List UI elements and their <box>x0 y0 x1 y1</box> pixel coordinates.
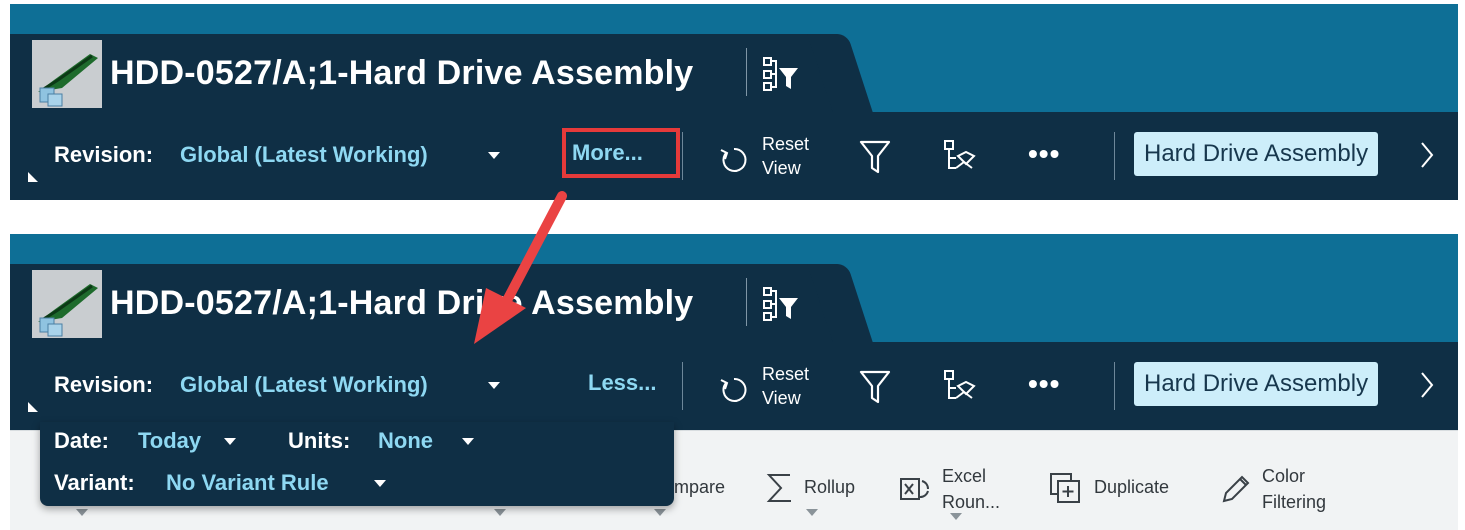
title-divider <box>746 48 747 96</box>
toolbar-divider <box>1114 362 1115 410</box>
excel-roundtrip-button[interactable]: Excel Roun... <box>942 463 1000 515</box>
header-panel-expanded: HDD-0527/A;1-Hard Drive Assembly Revisio… <box>10 234 1458 530</box>
reset-view-icon[interactable] <box>718 374 750 406</box>
structure-filter-icon[interactable] <box>762 56 800 92</box>
structure-filter-icon[interactable] <box>762 286 800 322</box>
assembly-thumbnail-icon <box>32 270 102 338</box>
more-options-panel: Date: Today Units: None Variant: No Vari… <box>40 422 674 506</box>
highlight-box <box>562 128 680 178</box>
caret-down-icon[interactable] <box>950 513 962 520</box>
color-filtering-button[interactable]: Color Filtering <box>1262 463 1326 515</box>
expand-corner-icon[interactable] <box>28 402 38 412</box>
reset-view-button[interactable]: Reset View <box>762 362 809 410</box>
title-divider <box>746 278 747 326</box>
tree-structure-icon[interactable] <box>942 138 978 176</box>
object-name-chip[interactable]: Hard Drive Assembly <box>1134 362 1379 406</box>
caret-down-icon[interactable] <box>488 382 500 389</box>
caret-down-icon[interactable] <box>654 509 666 516</box>
compare-button[interactable]: mpare <box>674 477 725 498</box>
revision-label: Revision: <box>54 142 154 167</box>
separator-gap <box>0 200 1465 234</box>
excel-icon[interactable] <box>898 471 932 505</box>
page-title: HDD-0527/A;1-Hard Drive Assembly <box>110 284 694 322</box>
variant-rule-dropdown[interactable]: No Variant Rule <box>166 470 329 496</box>
toolbar-divider <box>682 362 683 410</box>
units-dropdown[interactable]: None <box>378 428 433 454</box>
sigma-icon[interactable] <box>764 471 796 505</box>
page-title: HDD-0527/A;1-Hard Drive Assembly <box>110 54 694 92</box>
date-label: Date: <box>54 428 110 453</box>
revision-label: Revision: <box>54 372 154 397</box>
reset-view-button[interactable]: Reset View <box>762 132 809 180</box>
caret-down-icon[interactable] <box>462 438 474 445</box>
caret-down-icon[interactable] <box>224 438 236 445</box>
caret-down-icon[interactable] <box>76 509 88 516</box>
toolbar-divider <box>1114 132 1115 180</box>
color-filter-icon[interactable] <box>1220 471 1254 505</box>
toolbar-divider <box>682 132 683 180</box>
assembly-thumbnail-icon <box>32 40 102 108</box>
expand-corner-icon[interactable] <box>28 172 38 182</box>
duplicate-icon[interactable] <box>1048 471 1082 505</box>
duplicate-button[interactable]: Duplicate <box>1094 477 1169 498</box>
object-name-chip[interactable]: Hard Drive Assembly <box>1134 132 1379 176</box>
funnel-icon[interactable] <box>858 138 892 176</box>
rollup-button[interactable]: Rollup <box>804 477 855 498</box>
tree-structure-icon[interactable] <box>942 368 978 406</box>
caret-down-icon[interactable] <box>374 480 386 487</box>
funnel-icon[interactable] <box>858 368 892 406</box>
revision-rule-dropdown[interactable]: Global (Latest Working) <box>180 142 428 168</box>
overflow-menu-button[interactable]: ••• <box>1028 138 1060 170</box>
units-label: Units: <box>288 428 351 453</box>
caret-down-icon[interactable] <box>488 152 500 159</box>
revision-rule-dropdown[interactable]: Global (Latest Working) <box>180 372 428 398</box>
variant-label: Variant: <box>54 470 135 495</box>
chevron-right-icon[interactable] <box>1418 370 1436 400</box>
reset-view-icon[interactable] <box>718 144 750 176</box>
date-dropdown[interactable]: Today <box>138 428 201 454</box>
less-link[interactable]: Less... <box>588 370 656 396</box>
screenshot-stage: HDD-0527/A;1-Hard Drive Assembly Revisio… <box>0 0 1465 530</box>
header-panel-collapsed: HDD-0527/A;1-Hard Drive Assembly Revisio… <box>10 4 1458 200</box>
overflow-menu-button[interactable]: ••• <box>1028 368 1060 400</box>
caret-down-icon[interactable] <box>494 509 506 516</box>
chevron-right-icon[interactable] <box>1418 140 1436 170</box>
caret-down-icon[interactable] <box>806 509 818 516</box>
